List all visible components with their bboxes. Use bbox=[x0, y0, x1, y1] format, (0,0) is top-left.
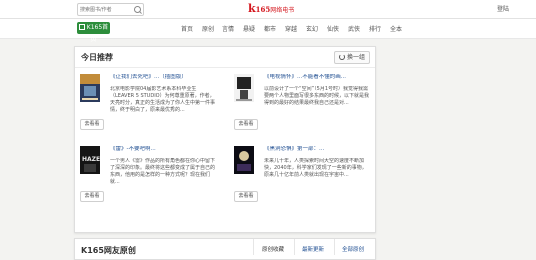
book-description: 北京电影学院04届影艺术系本科毕业生（LEAVER 5 STUDIO）为何尊重原… bbox=[110, 86, 216, 113]
book-title[interactable]: 《电视情怀》...不能看不懂的画... bbox=[264, 74, 372, 81]
book-cover[interactable] bbox=[80, 74, 100, 102]
login-link[interactable]: 登陆 bbox=[497, 4, 509, 13]
site-logo[interactable]: k165网络电书 bbox=[248, 2, 294, 15]
book-cover[interactable] bbox=[234, 146, 254, 174]
nav-item-home[interactable]: 首页 bbox=[181, 24, 193, 33]
logo-number: 165 bbox=[255, 5, 271, 14]
book-description: 以前设计了一个“空间”（5月1号时）我觉得我需要两个人物里面写很多东西的时候，以… bbox=[264, 86, 370, 106]
divider bbox=[75, 67, 375, 68]
top-bar: k165网络电书 登陆 bbox=[0, 0, 536, 19]
swap-label: 换一组 bbox=[346, 54, 365, 61]
user-original-panel: K165网友原创 原创收藏 最新更新 全部原创 bbox=[74, 238, 376, 260]
nav-item-xianxia[interactable]: 仙侠 bbox=[327, 24, 339, 33]
book-card: 《让我们去死吧》...（插图版） 北京电影学院04届影艺术系本科毕业生（LEAV… bbox=[77, 74, 219, 144]
book-cover[interactable] bbox=[234, 74, 254, 102]
home-button-label: K165首页 bbox=[86, 24, 109, 43]
svg-text:HAZE: HAZE bbox=[82, 156, 100, 163]
book-title[interactable]: 《黑洞恐惧》第一部：... bbox=[264, 146, 372, 153]
search-icon[interactable] bbox=[134, 6, 141, 13]
book-card: 《黑洞恐惧》第一部：... 未来几十年，人类探索时间大空的速度不断加快，2040… bbox=[231, 146, 373, 216]
book-description: 一个男人《雷》作品的所有角色都在你心中留下了深深的印象。最终将这些都变成了属于自… bbox=[110, 158, 216, 185]
search-box[interactable] bbox=[77, 3, 144, 16]
nav-item-urban[interactable]: 都市 bbox=[264, 24, 276, 33]
nav-item-time-travel[interactable]: 穿越 bbox=[285, 24, 297, 33]
refresh-icon bbox=[338, 54, 345, 60]
logo-subtitle: 网络电书 bbox=[270, 7, 295, 14]
search-input[interactable] bbox=[80, 4, 130, 15]
panel-title: K165网友原创 bbox=[81, 246, 136, 255]
home-button[interactable]: K165首页 bbox=[77, 22, 110, 43]
book-title[interactable]: 《雷》-不要吧啊... bbox=[110, 146, 218, 153]
read-button[interactable]: 去看看 bbox=[80, 119, 104, 130]
read-button[interactable]: 去看看 bbox=[80, 191, 104, 202]
logo-k: k bbox=[248, 2, 256, 15]
read-button[interactable]: 去看看 bbox=[234, 191, 258, 202]
nav-item-original[interactable]: 原创 bbox=[202, 24, 214, 33]
nav-item-mystery[interactable]: 悬疑 bbox=[243, 24, 255, 33]
panel-title: 今日推荐 bbox=[81, 53, 113, 62]
nav-item-wuxia[interactable]: 武侠 bbox=[348, 24, 360, 33]
nav-item-fantasy[interactable]: 玄幻 bbox=[306, 24, 318, 33]
book-cover[interactable]: HAZE bbox=[80, 146, 100, 174]
book-card: HAZE 《雷》-不要吧啊... 一个男人《雷》作品的所有角色都在你心中留下了深… bbox=[77, 146, 219, 216]
home-icon bbox=[78, 24, 85, 30]
read-button[interactable]: 去看看 bbox=[234, 119, 258, 130]
nav-item-ranking[interactable]: 排行 bbox=[369, 24, 381, 33]
nav-item-romance[interactable]: 言情 bbox=[222, 24, 234, 33]
tab-separator bbox=[294, 239, 295, 255]
nav-item-complete[interactable]: 全本 bbox=[390, 24, 402, 33]
today-recommend-panel: 今日推荐 换一组 《让我们去死吧》...（插图版） 北京电影学院04届影艺术系本… bbox=[74, 46, 376, 233]
book-card: 《电视情怀》...不能看不懂的画... 以前设计了一个“空间”（5月1号时）我觉… bbox=[231, 74, 373, 144]
swap-button[interactable]: 换一组 bbox=[334, 51, 370, 64]
book-description: 未来几十年，人类探索时间大空的速度不断加快，2040年，科学家们发现了一些新的事… bbox=[264, 158, 367, 178]
book-title[interactable]: 《让我们去死吧》...（插图版） bbox=[110, 74, 218, 81]
tab-separator bbox=[334, 239, 335, 255]
main-nav: K165首页 首页 原创 言情 悬疑 都市 穿越 玄幻 仙侠 武侠 排行 全本 bbox=[0, 19, 536, 43]
original-tabs: 原创收藏 最新更新 全部原创 bbox=[253, 239, 376, 255]
